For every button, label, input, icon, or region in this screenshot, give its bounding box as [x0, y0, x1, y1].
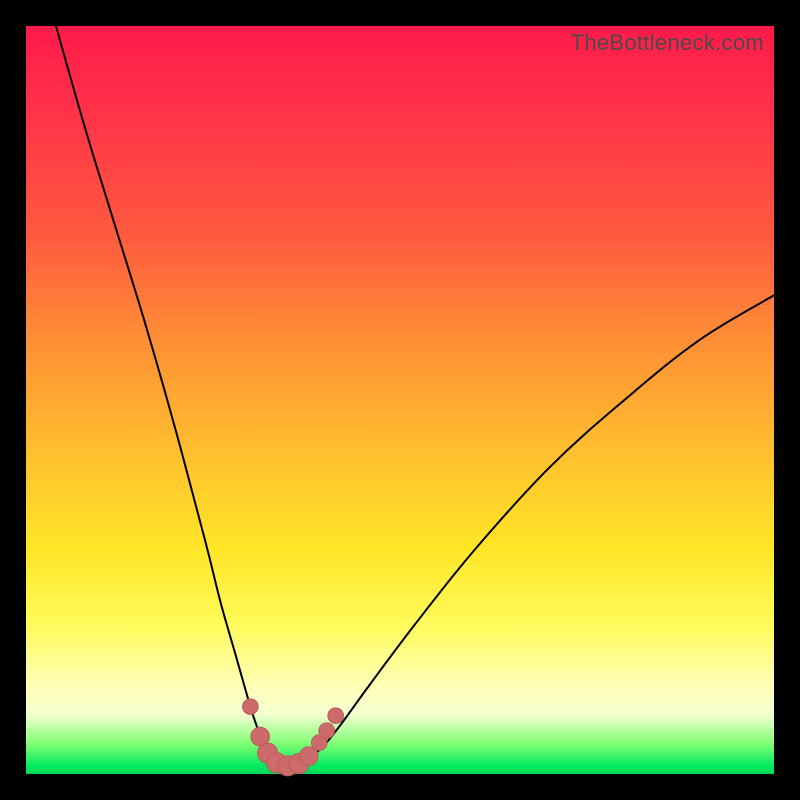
curve-marker: [243, 699, 259, 715]
curve-marker: [328, 708, 344, 724]
curve-markers: [243, 699, 344, 776]
plot-area: TheBottleneck.com: [26, 26, 774, 774]
curve-marker: [319, 723, 335, 739]
chart-frame: TheBottleneck.com: [0, 0, 800, 800]
bottleneck-chart: [26, 26, 774, 774]
bottleneck-curve: [56, 26, 774, 767]
